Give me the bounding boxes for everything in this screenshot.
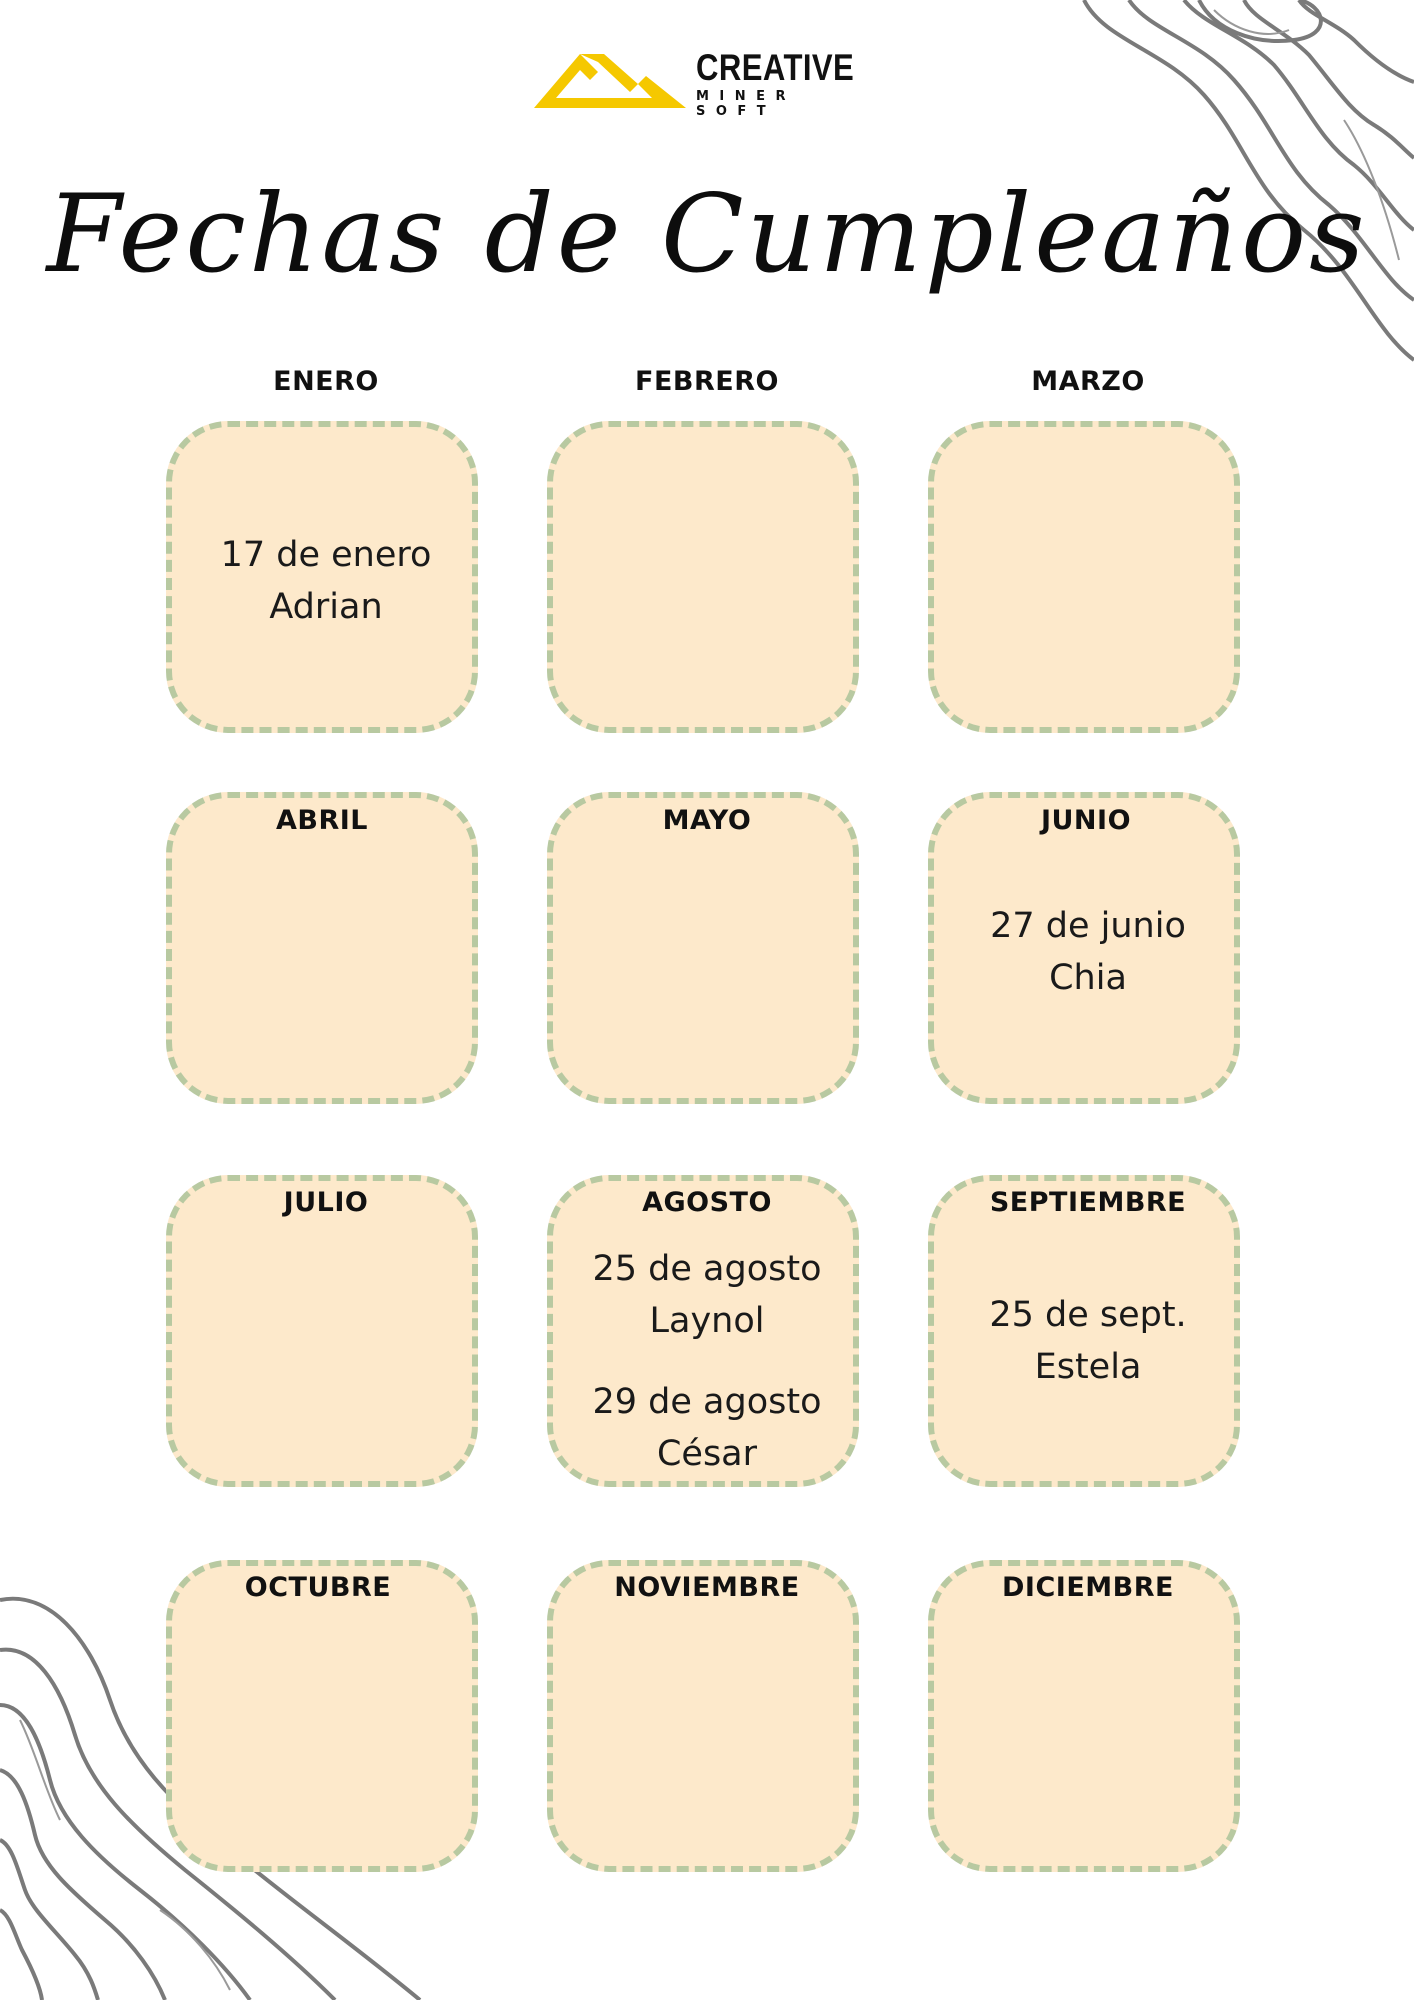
month-label-abril: ABRIL — [275, 805, 369, 836]
month-label-marzo: MARZO — [1031, 366, 1145, 397]
birthday-person-septiembre-1: Estela — [1034, 1347, 1142, 1387]
birthday-person-agosto-2: César — [656, 1434, 758, 1474]
birthday-person-enero-1: Adrian — [269, 587, 383, 627]
month-label-octubre: OCTUBRE — [244, 1572, 392, 1603]
birthday-person-junio-1: Chia — [1049, 958, 1127, 998]
birthday-person-agosto-1: Laynol — [649, 1301, 765, 1341]
month-box-octubre[interactable] — [166, 1560, 478, 1872]
month-box-abril[interactable] — [166, 792, 478, 1104]
month-label-mayo: MAYO — [662, 805, 752, 836]
birthday-date-septiembre-1: 25 de sept. — [989, 1295, 1187, 1335]
month-label-junio: JUNIO — [1040, 805, 1132, 836]
month-label-julio: JULIO — [283, 1187, 369, 1218]
month-box-julio[interactable] — [166, 1175, 478, 1487]
birthday-date-enero-1: 17 de enero — [220, 535, 432, 575]
birthday-date-agosto-2: 29 de agosto — [592, 1382, 822, 1422]
month-box-noviembre[interactable] — [547, 1560, 859, 1872]
month-label-diciembre: DICIEMBRE — [1002, 1572, 1174, 1603]
month-label-enero: ENERO — [273, 366, 379, 397]
month-box-marzo[interactable] — [928, 421, 1240, 733]
month-box-diciembre[interactable] — [928, 1560, 1240, 1872]
month-label-noviembre: NOVIEMBRE — [614, 1572, 800, 1603]
logo-name: CREATIVE — [696, 47, 855, 88]
month-label-agosto: AGOSTO — [642, 1187, 772, 1218]
birthday-date-agosto-1: 25 de agosto — [592, 1249, 822, 1289]
mountain-logo-icon — [534, 54, 686, 108]
month-box-febrero[interactable] — [547, 421, 859, 733]
month-box-mayo[interactable] — [547, 792, 859, 1104]
logo-subtitle: MINER SOFT — [696, 89, 797, 119]
month-label-febrero: FEBRERO — [635, 366, 779, 397]
month-label-septiembre: SEPTIEMBRE — [989, 1187, 1187, 1218]
company-logo: CREATIVE MINER SOFT — [534, 44, 874, 119]
page-title: Fechas de Cumpleaños — [46, 172, 1368, 297]
birthday-date-junio-1: 27 de junio — [990, 906, 1186, 946]
